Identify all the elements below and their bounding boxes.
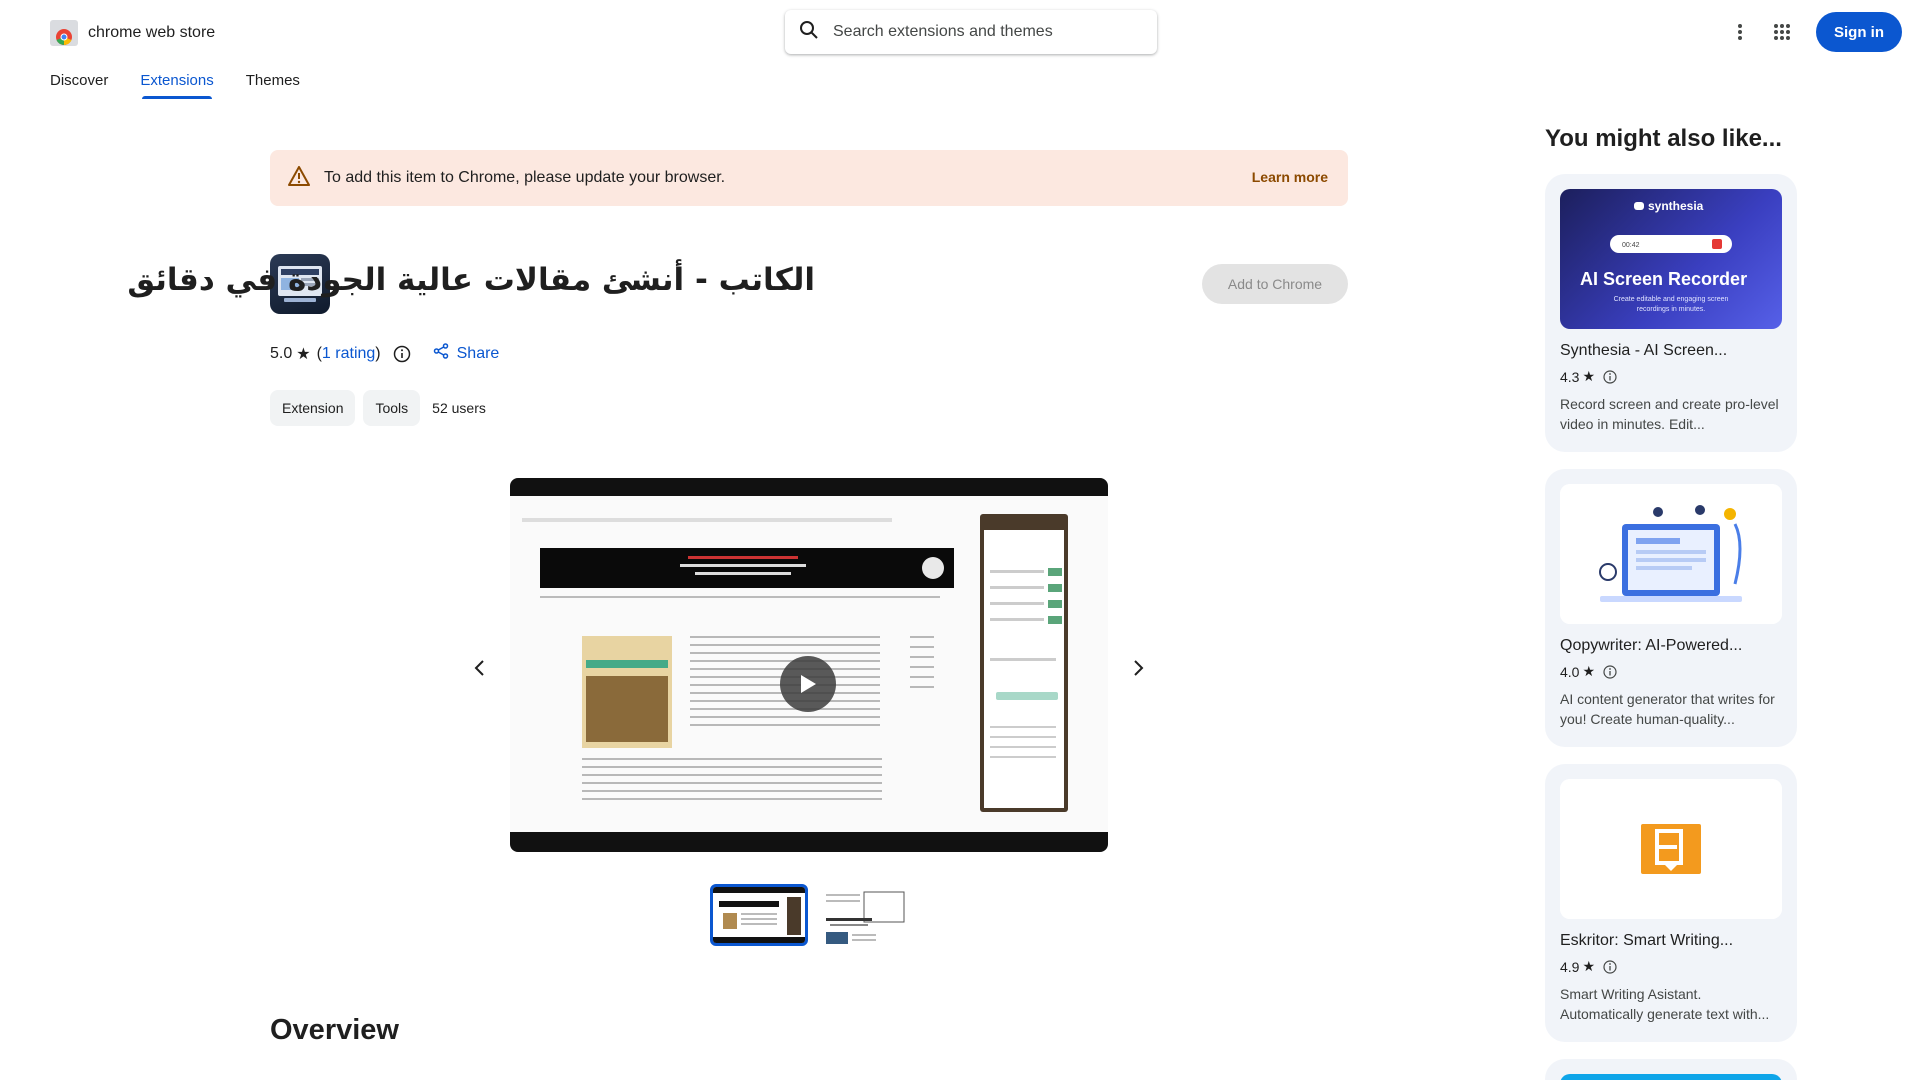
search-input[interactable] bbox=[833, 23, 1133, 41]
card-rating-value: 4.9 bbox=[1560, 958, 1580, 975]
card-description: AI content generator that writes for you… bbox=[1560, 691, 1775, 727]
card-image-partial bbox=[1560, 1074, 1782, 1080]
recommendations-title: You might also like... bbox=[1545, 125, 1782, 152]
add-to-chrome-button[interactable]: Add to Chrome bbox=[1202, 264, 1348, 304]
eskritor-logo-image bbox=[1560, 779, 1782, 919]
overview-heading: Overview bbox=[270, 1014, 399, 1046]
top-bar: chrome web store Sign in bbox=[0, 0, 1920, 64]
play-icon[interactable] bbox=[780, 656, 836, 712]
star-icon: ★ bbox=[296, 345, 311, 363]
recommendation-card-partial[interactable] bbox=[1545, 1059, 1797, 1080]
card-name: Eskritor: Smart Writing... bbox=[1560, 932, 1734, 949]
chrome-web-store-icon bbox=[50, 20, 78, 46]
recommendation-card-synthesia[interactable]: synthesia 00:42 AI Screen Recorder Creat… bbox=[1545, 174, 1797, 452]
recommendation-card-qopywriter[interactable]: Qopywriter: AI-Powered... 4.0 ★ AI conte… bbox=[1545, 469, 1797, 747]
share-button[interactable]: Share bbox=[433, 343, 500, 364]
share-label: Share bbox=[456, 344, 500, 362]
update-browser-banner: To add this item to Chrome, please updat… bbox=[270, 150, 1348, 206]
synthesia-subline-2: recordings in minutes. bbox=[1637, 306, 1706, 313]
info-icon[interactable] bbox=[1603, 664, 1617, 679]
rating-count-link[interactable]: 1 rating bbox=[322, 345, 375, 363]
card-name: Synthesia - AI Screen... bbox=[1560, 342, 1728, 359]
brand-name: chrome web store bbox=[88, 24, 216, 41]
star-icon: ★ bbox=[1582, 663, 1596, 679]
more-options-icon[interactable] bbox=[1726, 18, 1754, 46]
card-rating-value: 4.3 bbox=[1560, 368, 1580, 385]
tab-extensions[interactable]: Extensions bbox=[140, 72, 214, 99]
promo-video[interactable] bbox=[510, 478, 1108, 852]
tab-themes[interactable]: Themes bbox=[246, 72, 300, 99]
user-count: 52 users bbox=[432, 400, 486, 416]
category-chips: Extension Tools 52 users bbox=[270, 390, 486, 426]
synthesia-headline: AI Screen Recorder bbox=[1580, 269, 1747, 289]
info-icon[interactable] bbox=[1603, 369, 1617, 384]
card-rating-value: 4.0 bbox=[1560, 663, 1580, 680]
synthesia-subline-1: Create editable and engaging screen bbox=[1614, 296, 1729, 303]
share-icon bbox=[433, 343, 449, 364]
chip-tools[interactable]: Tools bbox=[363, 390, 421, 426]
chrome-web-store-logo[interactable]: chrome web store bbox=[50, 20, 215, 46]
rating-value: 5.0 bbox=[270, 344, 293, 362]
main-nav: Discover Extensions Themes bbox=[50, 72, 332, 99]
apps-grid-icon[interactable] bbox=[1768, 18, 1796, 46]
star-icon: ★ bbox=[1582, 368, 1596, 384]
search-icon[interactable] bbox=[799, 20, 819, 45]
search-box[interactable] bbox=[785, 10, 1157, 54]
chip-extension[interactable]: Extension bbox=[270, 390, 356, 426]
qopywriter-illustration bbox=[1560, 484, 1782, 624]
thumbnail-2-image bbox=[812, 884, 910, 946]
media-thumbnail-1[interactable] bbox=[710, 884, 808, 946]
card-name: Qopywriter: AI-Powered... bbox=[1560, 637, 1743, 654]
learn-more-link[interactable]: Learn more bbox=[1252, 169, 1328, 185]
tab-discover[interactable]: Discover bbox=[50, 72, 108, 99]
card-rating: 4.9 ★ bbox=[1560, 958, 1617, 975]
card-rating: 4.0 ★ bbox=[1560, 663, 1617, 680]
info-icon[interactable] bbox=[1603, 959, 1617, 974]
extension-title: الكاتب - أنشئ مقالات عالية الجودة في دقا… bbox=[127, 262, 815, 298]
card-rating: 4.3 ★ bbox=[1560, 368, 1617, 385]
carousel-next-icon[interactable] bbox=[1125, 654, 1153, 682]
warning-icon bbox=[288, 165, 310, 191]
card-description: Smart Writing Asistant. Automatically ge… bbox=[1560, 986, 1770, 1022]
carousel-prev-icon[interactable] bbox=[465, 654, 493, 682]
card-description: Record screen and create pro-level video… bbox=[1560, 396, 1779, 432]
banner-message: To add this item to Chrome, please updat… bbox=[324, 169, 726, 186]
info-icon[interactable] bbox=[393, 345, 411, 363]
thumbnail-1-image bbox=[713, 887, 805, 943]
star-icon: ★ bbox=[1582, 958, 1596, 974]
synthesia-promo-image: synthesia 00:42 AI Screen Recorder Creat… bbox=[1560, 189, 1782, 329]
synthesia-brand: synthesia bbox=[1648, 199, 1704, 213]
rating-count-close: ) bbox=[375, 344, 381, 362]
media-thumbnail-2[interactable] bbox=[812, 884, 910, 946]
synthesia-timer: 00:42 bbox=[1622, 242, 1640, 249]
rating-row: 5.0 ★ ( 1 rating ) Share bbox=[270, 343, 499, 364]
sign-in-button[interactable]: Sign in bbox=[1816, 12, 1902, 52]
recommendation-card-eskritor[interactable]: Eskritor: Smart Writing... 4.9 ★ Smart W… bbox=[1545, 764, 1797, 1042]
video-screenshot bbox=[510, 496, 1108, 832]
